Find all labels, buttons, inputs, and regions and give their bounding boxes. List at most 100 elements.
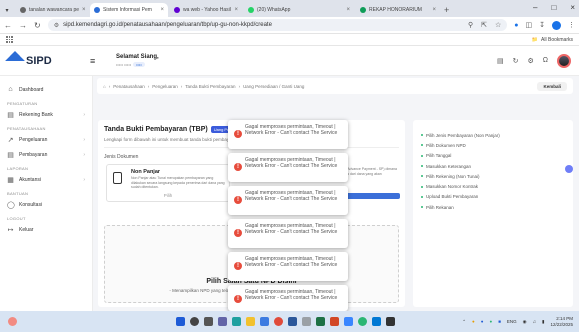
tab-label: Sistem Informasi Pem <box>103 7 152 13</box>
breadcrumb-item[interactable]: Penatausahaan <box>113 84 145 89</box>
apps-grid-icon[interactable] <box>6 36 13 43</box>
sidebar-item-konsultasi[interactable]: ◯ Konsultasi <box>0 197 92 212</box>
url-text: sipd.kemendagri.go.id/penatausahaan/peng… <box>63 22 272 28</box>
settings-gear-icon[interactable]: ⚙ <box>527 57 533 65</box>
tray-app-icon[interactable]: ■ <box>498 319 501 324</box>
tray-app-icon[interactable]: ● <box>489 319 492 324</box>
share-icon[interactable]: ⇱ <box>481 21 487 29</box>
profile-avatar[interactable] <box>552 20 561 30</box>
sidebar-item-keluar[interactable]: ↦ Keluar <box>0 222 92 237</box>
lang-indicator[interactable]: ENG <box>507 319 517 324</box>
toast-message: Gagal memproses permintaan, Timeout | Ne… <box>245 124 338 136</box>
download-icon[interactable]: ↧ <box>539 21 545 29</box>
tab-search-icon[interactable]: ▾ <box>0 3 14 17</box>
browser-tab-3[interactable]: wa web - Yahoo Hasil × <box>170 3 242 17</box>
error-toast[interactable]: ! Gagal memproses permintaan, Timeout | … <box>228 252 348 281</box>
extensions-puzzle-icon[interactable]: ◫ <box>526 21 533 29</box>
browser-tab-5[interactable]: REKAP HONORARIUM × <box>356 3 440 17</box>
word-icon[interactable] <box>288 317 297 326</box>
store-icon[interactable] <box>260 317 269 326</box>
error-toast[interactable]: ! Gagal memproses permintaan, Timeout | … <box>228 186 348 215</box>
close-icon[interactable]: × <box>346 7 350 13</box>
error-icon: ! <box>234 130 242 138</box>
clock[interactable]: 2:14 PM 12/22/2025 <box>550 316 573 328</box>
chrome-icon[interactable] <box>274 317 283 326</box>
sidebar-item-rekening-bank[interactable]: ▤ Rekening Bank › <box>0 107 92 122</box>
browser-tab-2[interactable]: Sistem Informasi Pem × <box>90 3 168 17</box>
back-icon[interactable]: ← <box>4 21 12 30</box>
window-controls: – □ × <box>533 3 575 12</box>
site-info-icon[interactable]: ⚙ <box>54 22 59 29</box>
home-icon[interactable]: ⌂ <box>103 84 106 89</box>
sidebar-section-label: PENATAUSAHAAN <box>7 126 46 131</box>
maximize-icon[interactable]: □ <box>551 3 556 12</box>
option-non-panjar[interactable]: Non Panjar Non Panjar atau Tunai merupak… <box>106 164 230 202</box>
wifi-icon[interactable]: ◉ <box>523 319 527 325</box>
help-bubble-icon[interactable] <box>565 165 573 173</box>
error-toast[interactable]: ! Gagal memproses permintaan, Timeout | … <box>228 153 348 182</box>
breadcrumb-item[interactable]: Tanda Bukti Pembayaran <box>185 84 235 89</box>
sidebar-item-akuntansi[interactable]: ▦ Akuntansi › <box>0 172 92 187</box>
close-icon[interactable]: × <box>432 7 436 13</box>
all-bookmarks[interactable]: 📁 All Bookmarks <box>532 37 573 43</box>
greeting: Selamat Siang, ••••• ••••• •••• <box>116 54 159 67</box>
error-toast[interactable]: ! Gagal memproses permintaan, Timeout | … <box>228 219 348 248</box>
trend-icon: ↗ <box>7 136 14 144</box>
powerpoint-icon[interactable] <box>330 317 339 326</box>
app-icon[interactable] <box>302 317 311 326</box>
browser-tab-1[interactable]: tanalan wawancara pe × <box>16 3 88 17</box>
app-icon[interactable] <box>386 317 395 326</box>
notification-icon[interactable]: Ω <box>543 57 548 64</box>
close-window-icon[interactable]: × <box>570 3 575 12</box>
teams-icon[interactable] <box>218 317 227 326</box>
tab-label: (20) WhatsApp <box>257 7 291 13</box>
battery-icon[interactable]: ▮ <box>542 319 544 325</box>
sidebar-item-label: Pembayaran <box>19 151 48 158</box>
reload-icon[interactable]: ↻ <box>34 21 41 30</box>
task-view-icon[interactable] <box>204 317 213 326</box>
sidebar-section-label: BANTUAN <box>7 191 29 196</box>
kembali-button[interactable]: Kembali <box>537 81 567 91</box>
app-icon[interactable] <box>358 317 367 326</box>
widgets-button[interactable] <box>0 317 24 326</box>
minimize-icon[interactable]: – <box>533 3 537 12</box>
browser-tab-4[interactable]: (20) WhatsApp × <box>244 3 354 17</box>
sipd-logo[interactable]: SIPD <box>0 50 90 71</box>
start-icon[interactable] <box>176 317 185 326</box>
menu-kebab-icon[interactable]: ⋮ <box>568 21 575 29</box>
error-toast[interactable]: ! Gagal memproses permintaan, Timeout | … <box>228 120 348 149</box>
close-icon[interactable]: × <box>82 7 86 13</box>
calendar-icon[interactable]: ▤ <box>497 57 504 65</box>
user-avatar[interactable] <box>557 53 571 68</box>
file-explorer-icon[interactable] <box>246 317 255 326</box>
tray-app-icon[interactable]: ● <box>481 319 484 324</box>
search-icon[interactable] <box>190 317 199 326</box>
forward-icon[interactable]: → <box>19 21 27 30</box>
hamburger-menu-icon[interactable]: ≡ <box>90 56 104 66</box>
close-icon[interactable]: × <box>160 7 164 13</box>
excel-icon[interactable] <box>316 317 325 326</box>
chevron-up-icon[interactable]: ⌃ <box>462 319 466 325</box>
logo-text: SIPD <box>26 54 52 67</box>
sidebar-item-dashboard[interactable]: ⌂ Dashboard <box>0 82 92 97</box>
bullet-icon <box>421 134 423 137</box>
close-icon[interactable]: × <box>234 7 238 13</box>
edge-icon[interactable] <box>232 317 241 326</box>
bookmark-star-icon[interactable]: ☆ <box>495 21 501 29</box>
sidebar-item-pengeluaran[interactable]: ↗ Pengeluaran › <box>0 132 92 147</box>
url-field[interactable]: ⚙ sipd.kemendagri.go.id/penatausahaan/pe… <box>47 19 508 31</box>
pilih-button[interactable]: Pilih <box>115 193 221 198</box>
sidebar-item-pembayaran[interactable]: ▤ Pembayaran › <box>0 147 92 162</box>
volume-icon[interactable]: ♫ <box>533 319 536 324</box>
error-toast[interactable]: ! Gagal memproses permintaan, Timeout | … <box>228 285 348 311</box>
bullet-icon <box>421 144 423 147</box>
refresh-icon[interactable]: ↻ <box>513 57 519 65</box>
app-icon[interactable] <box>344 317 353 326</box>
breadcrumb-item[interactable]: Pengeluaran <box>152 84 178 89</box>
new-tab-icon[interactable]: + <box>444 5 449 15</box>
bullet-icon <box>421 206 423 209</box>
extension-icon[interactable]: ● <box>514 22 518 29</box>
tray-app-icon[interactable]: ● <box>472 319 475 324</box>
app-icon[interactable] <box>372 317 381 326</box>
zoom-icon[interactable]: ⚲ <box>468 21 473 29</box>
